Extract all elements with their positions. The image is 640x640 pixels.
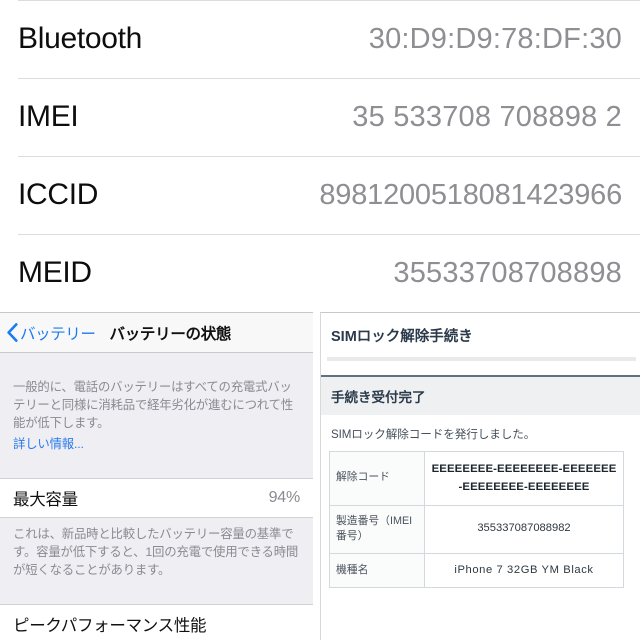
about-value-iccid: 8981200518081423966 [319,178,622,211]
row-header-unlock-code: 解除コード [329,451,425,506]
about-value-imei: 35 533708 708898 2 [352,100,622,133]
peak-performance-row: ピークパフォーマンス性能 [0,603,313,640]
sim-unlock-page: SIMロック解除手続き 手続き受付完了 SIMロック解除コードを発行しました。 … [320,312,640,640]
sim-unlock-section-title: 手続き受付完了 [321,377,640,415]
about-label-imei: IMEI [18,100,79,133]
row-header-imei: 製造番号（IMEI番号） [329,504,425,554]
back-button-label[interactable]: バッテリー [20,322,96,344]
about-label-meid: MEID [18,256,92,289]
battery-more-info-link[interactable]: 詳しい情報... [13,434,300,452]
page-title: バッテリーの状態 [109,325,232,343]
battery-intro-block: 一般的に、電話のバッテリーはすべての充電式バッテリーと同様に消耗品で経年劣化が進… [0,353,313,452]
table-row: 解除コード EEEEEEEE-EEEEEEEE-EEEEEEE-EEEEEEEE… [329,451,624,506]
about-value-bluetooth: 30:D9:D9:78:DF:30 [368,22,622,55]
battery-intro-text: 一般的に、電話のバッテリーはすべての充電式バッテリーと同様に消耗品で経年劣化が進… [13,380,294,430]
row-value-imei: 355337087088982 [424,504,624,554]
peak-performance-label: ピークパフォーマンス性能 [13,616,207,635]
about-label-bluetooth: Bluetooth [18,22,143,55]
row-value-model: iPhone 7 32GB YM Black [424,552,624,589]
table-row[interactable]: IMEI 35 533708 708898 2 [0,78,640,156]
table-row[interactable]: ICCID 8981200518081423966 [0,156,640,234]
max-capacity-value: 94% [268,488,301,506]
battery-nav-bar: バッテリー バッテリーの状態 [0,313,313,353]
table-row: 製造番号（IMEI番号） 355337087088982 [329,504,624,554]
about-value-meid: 35533708708898 [393,256,622,289]
table-row[interactable]: MEID 35533708708898 [0,234,640,312]
sim-unlock-note: SIMロック解除コードを発行しました。 [331,428,536,441]
battery-health-screen: バッテリー バッテリーの状態 一般的に、電話のバッテリーはすべての充電式バッテリ… [0,312,313,640]
about-device-info-list: Bluetooth 30:D9:D9:78:DF:30 IMEI 35 5337… [0,0,640,312]
screenshot-root: Bluetooth 30:D9:D9:78:DF:30 IMEI 35 5337… [0,0,640,640]
table-row[interactable]: Bluetooth 30:D9:D9:78:DF:30 [0,0,640,78]
table-row: 機種名 iPhone 7 32GB YM Black [329,552,624,589]
max-capacity-row: 最大容量 94% [0,477,313,518]
row-value-unlock-code: EEEEEEEE-EEEEEEEE-EEEEEEE-EEEEEEEE-EEEEE… [424,451,624,506]
chevron-left-icon[interactable] [7,323,18,342]
sim-unlock-page-title: SIMロック解除手続き [331,329,473,345]
max-capacity-footnote: これは、新品時と比較したバッテリー容量の基準です。容量が低下すると、1回の充電で… [13,526,299,577]
max-capacity-footnote-block: これは、新品時と比較したバッテリー容量の基準です。容量が低下すると、1回の充電で… [0,518,313,580]
max-capacity-label: 最大容量 [13,490,78,509]
sim-unlock-result-table: 解除コード EEEEEEEE-EEEEEEEE-EEEEEEE-EEEEEEEE… [329,451,624,589]
row-header-model: 機種名 [329,552,425,589]
about-label-iccid: ICCID [18,178,99,211]
spacer [321,361,640,375]
